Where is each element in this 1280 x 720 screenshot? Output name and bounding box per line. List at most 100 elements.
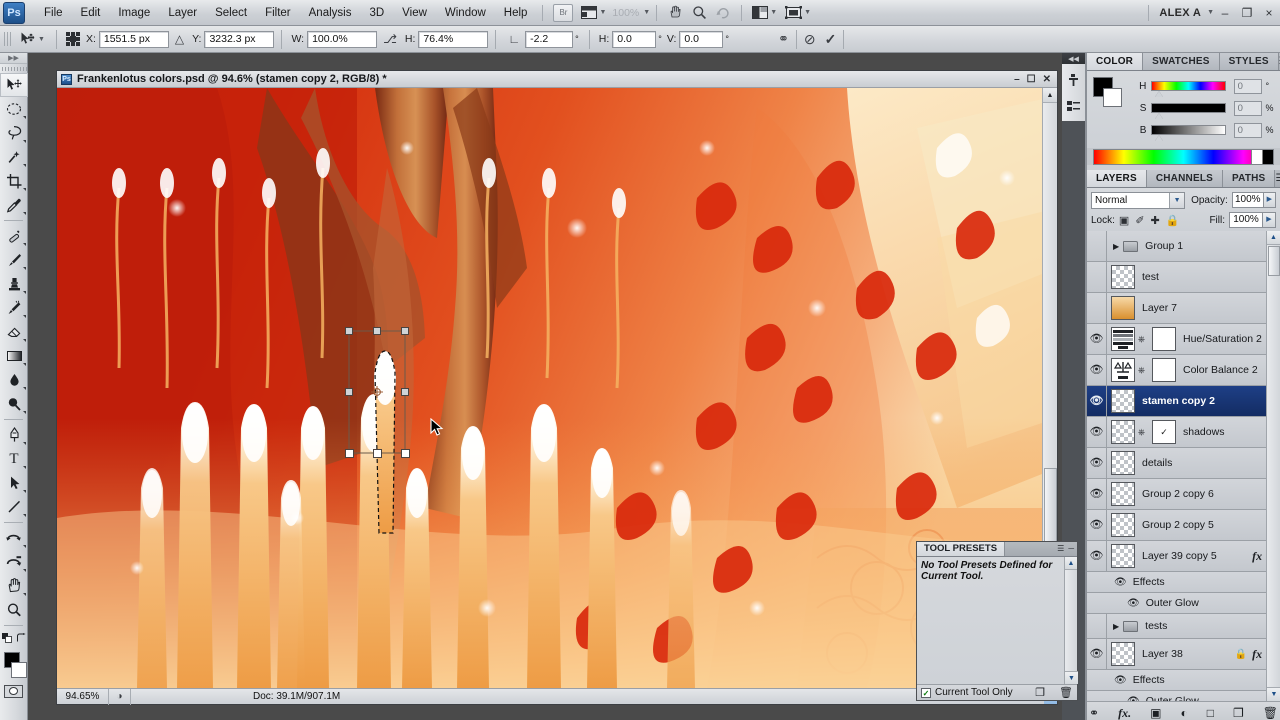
layer-visibility-toggle[interactable]: 👁 — [1087, 292, 1107, 324]
tool-presets-scroll-down-button[interactable]: ▼ — [1065, 671, 1078, 684]
list-item[interactable]: 👁 Effects — [1087, 670, 1280, 691]
tool-presets-menu-icon[interactable]: ☰ — [1057, 542, 1064, 556]
menu-analysis[interactable]: Analysis — [300, 4, 361, 22]
lock-transparency-icon[interactable]: ▣ — [1119, 214, 1129, 227]
saturation-value[interactable]: 0 — [1233, 100, 1263, 116]
list-item[interactable]: 👁 Outer Glow — [1087, 593, 1280, 614]
skew-v-input[interactable] — [679, 30, 724, 48]
zoom-chevron-down-icon[interactable]: ▼ — [643, 9, 650, 16]
hand-tool-button[interactable] — [665, 3, 685, 23]
menu-3d[interactable]: 3D — [360, 4, 393, 22]
scroll-up-button[interactable]: ▲ — [1043, 88, 1057, 103]
brush-tool-button[interactable] — [0, 248, 28, 272]
3d-rotate-tool-button[interactable] — [0, 526, 28, 550]
document-minimize-button[interactable]: – — [1014, 74, 1020, 85]
hand-tool-button[interactable] — [0, 574, 28, 598]
layer-visibility-toggle[interactable]: 👁 — [1087, 323, 1107, 355]
blend-mode-select[interactable]: Normal ▼ — [1091, 191, 1186, 209]
canvas-area[interactable]: Enhance the design of your RENRENSUCAI.C… — [57, 88, 1057, 688]
list-item[interactable]: 👁 Effects — [1087, 572, 1280, 593]
new-layer-icon[interactable]: ❐ — [1233, 706, 1244, 720]
launch-bridge-button[interactable]: Br — [551, 3, 575, 23]
layer-mask-thumbnail[interactable] — [1152, 358, 1176, 382]
cancel-transform-icon[interactable]: ⊘ — [804, 31, 816, 48]
line-tool-button[interactable] — [0, 495, 28, 519]
artwork-canvas[interactable] — [57, 88, 1057, 688]
table-row[interactable]: 👁 ⎈ ✓ shadows — [1087, 416, 1280, 448]
layer-thumbnail[interactable] — [1111, 358, 1135, 382]
table-row[interactable]: 👁 ⎈ Hue/Saturation 2 — [1087, 323, 1280, 355]
table-row[interactable]: 👁 stamen copy 2 — [1087, 385, 1280, 417]
history-panel-icon[interactable] — [1062, 67, 1085, 93]
tools-panel-grip[interactable] — [0, 64, 27, 73]
saturation-slider[interactable] — [1151, 103, 1226, 119]
menu-select[interactable]: Select — [206, 4, 256, 22]
effects-visibility-toggle[interactable]: 👁 — [1114, 675, 1127, 686]
layer-visibility-toggle[interactable]: 👁 — [1087, 385, 1107, 417]
hue-value[interactable]: 0 — [1233, 78, 1263, 94]
layer-visibility-toggle[interactable]: 👁 — [1087, 447, 1107, 479]
tab-tool-presets[interactable]: TOOL PRESETS — [917, 542, 1006, 556]
effect-visibility-toggle[interactable]: 👁 — [1127, 598, 1140, 609]
tab-color[interactable]: COLOR — [1087, 53, 1144, 70]
pen-tool-button[interactable] — [0, 423, 28, 447]
mask-link-icon[interactable]: ⎈ — [1137, 427, 1146, 438]
width-input[interactable] — [307, 30, 378, 48]
close-button[interactable]: × — [1258, 6, 1280, 20]
minimize-button[interactable]: – — [1214, 6, 1236, 20]
path-selection-tool-button[interactable] — [0, 471, 28, 495]
layer-mask-thumbnail[interactable]: ✓ — [1152, 420, 1176, 444]
tool-presets-scrollbar[interactable]: ▲ ▼ — [1064, 557, 1078, 684]
color-background-swatch[interactable] — [1103, 88, 1122, 107]
current-tool-only-checkbox[interactable]: ✓ — [921, 687, 931, 698]
move-tool-button[interactable] — [0, 73, 28, 97]
relative-positioning-icon[interactable]: △ — [175, 32, 184, 46]
color-spectrum-ramp[interactable] — [1093, 149, 1274, 165]
layers-scroll-thumb[interactable] — [1268, 246, 1280, 276]
user-name-label[interactable]: ALEX A — [1155, 7, 1205, 19]
default-colors-icon[interactable] — [1, 632, 12, 643]
layer-visibility-toggle[interactable]: 👁 — [1087, 613, 1107, 639]
lock-all-icon[interactable]: 🔒 — [1166, 214, 1180, 227]
group-expand-chevron-icon[interactable]: ▶ — [1113, 242, 1119, 251]
quick-mask-toggle[interactable] — [0, 682, 27, 700]
table-row[interactable]: 👁 Group 2 copy 5 — [1087, 509, 1280, 541]
menu-filter[interactable]: Filter — [256, 4, 300, 22]
menu-window[interactable]: Window — [436, 4, 495, 22]
current-tool-button[interactable]: ▼ — [17, 29, 47, 49]
opacity-stepper-arrow[interactable]: ▶ — [1263, 192, 1276, 208]
tab-styles[interactable]: STYLES — [1219, 53, 1279, 70]
table-row[interactable]: 👁 ⎈ Color Balance 2 — [1087, 354, 1280, 386]
user-chevron-down-icon[interactable]: ▼ — [1207, 9, 1214, 16]
delete-preset-icon[interactable]: 🗑 — [1059, 686, 1073, 699]
layer-visibility-toggle[interactable]: 👁 — [1087, 540, 1107, 572]
menu-image[interactable]: Image — [109, 4, 159, 22]
tool-presets-list[interactable]: No Tool Presets Defined for Current Tool… — [917, 557, 1078, 684]
add-layer-style-icon[interactable]: fx. — [1118, 706, 1131, 720]
clone-stamp-tool-button[interactable] — [0, 272, 28, 296]
layer-thumbnail[interactable] — [1111, 642, 1135, 666]
saturation-slider-thumb[interactable] — [1155, 113, 1164, 119]
eraser-tool-button[interactable] — [0, 320, 28, 344]
maximize-button[interactable]: ❐ — [1236, 6, 1258, 20]
document-close-button[interactable]: ✕ — [1043, 74, 1051, 85]
skew-h-input[interactable] — [612, 30, 657, 48]
layer-effects-fx-icon[interactable]: fx — [1252, 549, 1262, 564]
menu-edit[interactable]: Edit — [72, 4, 110, 22]
rotate-view-tool-button[interactable] — [713, 3, 733, 23]
tool-presets-collapse-icon[interactable]: ─ — [1068, 542, 1074, 556]
layer-thumbnail[interactable] — [1111, 451, 1135, 475]
tab-channels[interactable]: CHANNELS — [1146, 170, 1224, 187]
layer-visibility-toggle[interactable]: 👁 — [1087, 231, 1107, 262]
warp-mode-icon[interactable]: ⚭ — [778, 31, 789, 47]
vertical-scroll-thumb[interactable] — [1044, 468, 1057, 548]
screen-mode-select-button[interactable]: ▼ — [783, 3, 813, 23]
opacity-value[interactable]: 100% — [1231, 192, 1264, 208]
3d-orbit-tool-button[interactable] — [0, 550, 28, 574]
healing-brush-tool-button[interactable] — [0, 224, 28, 248]
layer-visibility-toggle[interactable]: 👁 — [1087, 478, 1107, 510]
effects-visibility-toggle[interactable]: 👁 — [1114, 577, 1127, 588]
layers-list[interactable]: 👁 ▶ Group 1 👁 test 👁 Layer 7 👁 — [1087, 231, 1280, 701]
brightness-slider[interactable] — [1151, 125, 1226, 141]
link-layers-icon[interactable]: ⚭ — [1089, 706, 1099, 720]
